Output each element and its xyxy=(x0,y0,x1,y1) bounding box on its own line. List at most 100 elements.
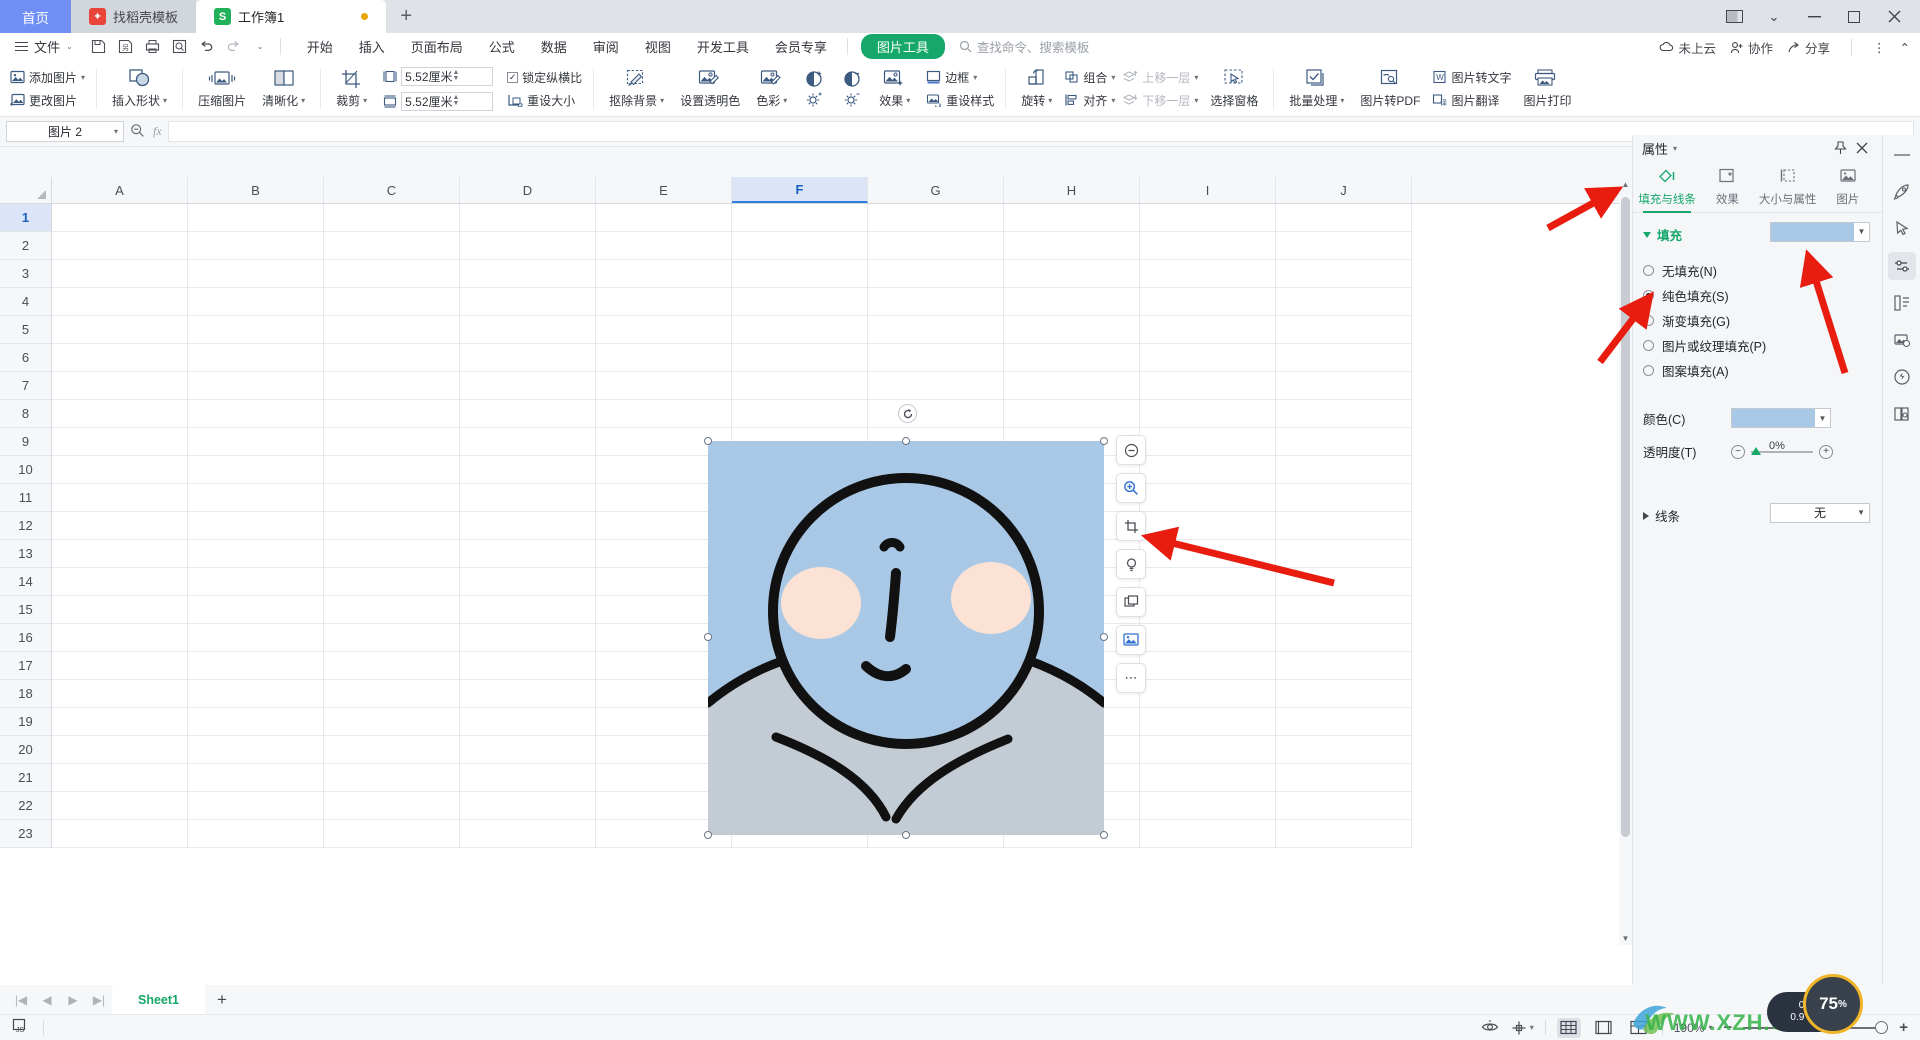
cell-G2[interactable] xyxy=(868,232,1004,260)
cell-F2[interactable] xyxy=(732,232,868,260)
reset-size-button[interactable]: 重设大小 xyxy=(503,91,586,110)
cell-G8[interactable] xyxy=(868,400,1004,428)
cell-G7[interactable] xyxy=(868,372,1004,400)
ribbon-tab-member[interactable]: 会员专享 xyxy=(762,34,840,59)
send-backward-button[interactable]: 下移一层 ▾ xyxy=(1119,91,1202,110)
cell-C10[interactable] xyxy=(324,456,460,484)
col-header-A[interactable]: A xyxy=(52,177,188,203)
line-section-header[interactable]: 线条 xyxy=(1633,494,1690,531)
cell-A21[interactable] xyxy=(52,764,188,792)
cell-E5[interactable] xyxy=(596,316,732,344)
row-header-4[interactable]: 4 xyxy=(0,288,52,316)
cell-C12[interactable] xyxy=(324,512,460,540)
cell-E8[interactable] xyxy=(596,400,732,428)
scroll-up-arrow[interactable]: ▲ xyxy=(1619,177,1632,191)
cell-D17[interactable] xyxy=(460,652,596,680)
cell-B12[interactable] xyxy=(188,512,324,540)
zoom-button[interactable] xyxy=(1116,473,1146,503)
cell-C5[interactable] xyxy=(324,316,460,344)
col-header-B[interactable]: B xyxy=(188,177,324,203)
cell-B11[interactable] xyxy=(188,484,324,512)
cell-H2[interactable] xyxy=(1004,232,1140,260)
brightness-up-button[interactable] xyxy=(795,64,833,114)
command-search[interactable]: 查找命令、搜索模板 xyxy=(959,37,1089,56)
cell-F4[interactable] xyxy=(732,288,868,316)
cell-C16[interactable] xyxy=(324,624,460,652)
row-header-12[interactable]: 12 xyxy=(0,512,52,540)
picture-to-pdf-button[interactable]: 图片转PDF xyxy=(1352,64,1428,114)
cell-B17[interactable] xyxy=(188,652,324,680)
cell-H7[interactable] xyxy=(1004,372,1140,400)
picture-height-field[interactable]: 5.52厘米 ▲ ▼ xyxy=(379,66,497,87)
cell-J10[interactable] xyxy=(1276,456,1412,484)
cell-I19[interactable] xyxy=(1140,708,1276,736)
cell-I15[interactable] xyxy=(1140,596,1276,624)
tab-home[interactable]: 首页 xyxy=(0,0,71,33)
cell-H5[interactable] xyxy=(1004,316,1140,344)
eye-icon[interactable] xyxy=(1481,1019,1500,1036)
cell-H3[interactable] xyxy=(1004,260,1140,288)
picture-width-field[interactable]: 5.52厘米 ▲ ▼ xyxy=(379,91,497,112)
cell-I14[interactable] xyxy=(1140,568,1276,596)
smart-button[interactable] xyxy=(1116,549,1146,579)
spinner-icon[interactable]: ▲ ▼ xyxy=(453,94,490,107)
cell-I9[interactable] xyxy=(1140,428,1276,456)
rail-picture[interactable] xyxy=(1888,326,1916,354)
cell-A1[interactable] xyxy=(52,204,188,232)
cell-D3[interactable] xyxy=(460,260,596,288)
handle-bottom-left[interactable] xyxy=(704,831,712,839)
select-all-corner[interactable] xyxy=(0,177,52,203)
cell-C23[interactable] xyxy=(324,820,460,848)
cell-C22[interactable] xyxy=(324,792,460,820)
fill-option-solid[interactable]: 纯色填充(S) xyxy=(1633,283,1882,308)
handle-middle-right[interactable] xyxy=(1100,633,1108,641)
set-transparent-color-button[interactable]: 设置透明色 xyxy=(672,64,748,114)
cell-I23[interactable] xyxy=(1140,820,1276,848)
rail-security[interactable] xyxy=(1888,363,1916,391)
move-icon[interactable]: ▾ xyxy=(1511,1020,1534,1036)
cell-J14[interactable] xyxy=(1276,568,1412,596)
share-button[interactable]: 分享 xyxy=(1787,38,1830,57)
tab-workbook1[interactable]: S 工作簿1 xyxy=(196,0,387,33)
fill-swatch-dropdown[interactable]: ▼ xyxy=(1770,221,1870,242)
lock-aspect-ratio-checkbox[interactable]: ✓ 锁定纵横比 xyxy=(503,68,586,87)
chevron-down-icon[interactable]: ⌄ xyxy=(1754,0,1794,33)
row-header-17[interactable]: 17 xyxy=(0,652,52,680)
cell-D6[interactable] xyxy=(460,344,596,372)
sharpen-button[interactable]: 清晰化 ▾ xyxy=(254,64,313,114)
cell-D23[interactable] xyxy=(460,820,596,848)
handle-top-right[interactable] xyxy=(1100,437,1108,445)
tab-size-and-properties[interactable]: 大小与属性 xyxy=(1758,164,1818,212)
chevron-down-icon[interactable]: ▾ xyxy=(1673,144,1677,153)
cell-F1[interactable] xyxy=(732,204,868,232)
fill-option-none[interactable]: 无填充(N) xyxy=(1633,258,1882,283)
cell-A13[interactable] xyxy=(52,540,188,568)
first-sheet-button[interactable]: |◀ xyxy=(8,988,34,1012)
cell-C1[interactable] xyxy=(324,204,460,232)
picture-settings-button[interactable] xyxy=(1116,625,1146,655)
cell-D21[interactable] xyxy=(460,764,596,792)
cell-I7[interactable] xyxy=(1140,372,1276,400)
new-tab-button[interactable]: + xyxy=(386,0,427,33)
cell-B14[interactable] xyxy=(188,568,324,596)
increase-button[interactable]: + xyxy=(1819,444,1833,459)
file-menu-button[interactable]: 文件 ⌄ xyxy=(8,37,80,56)
cell-C9[interactable] xyxy=(324,428,460,456)
chevron-down-icon[interactable]: ▼ xyxy=(1854,227,1869,236)
cell-D9[interactable] xyxy=(460,428,596,456)
row-header-6[interactable]: 6 xyxy=(0,344,52,372)
save-as-icon[interactable]: 另 xyxy=(113,35,138,59)
cell-I12[interactable] xyxy=(1140,512,1276,540)
bring-forward-button[interactable]: 上移一层 ▾ xyxy=(1119,68,1202,87)
row-header-13[interactable]: 13 xyxy=(0,540,52,568)
cell-C8[interactable] xyxy=(324,400,460,428)
cell-E6[interactable] xyxy=(596,344,732,372)
col-header-D[interactable]: D xyxy=(460,177,596,203)
cell-J18[interactable] xyxy=(1276,680,1412,708)
cell-D13[interactable] xyxy=(460,540,596,568)
add-sheet-button[interactable]: + xyxy=(205,987,239,1013)
cell-B22[interactable] xyxy=(188,792,324,820)
row-header-23[interactable]: 23 xyxy=(0,820,52,848)
name-box[interactable]: 图片 2 ▾ xyxy=(6,121,124,142)
handle-middle-left[interactable] xyxy=(704,633,712,641)
